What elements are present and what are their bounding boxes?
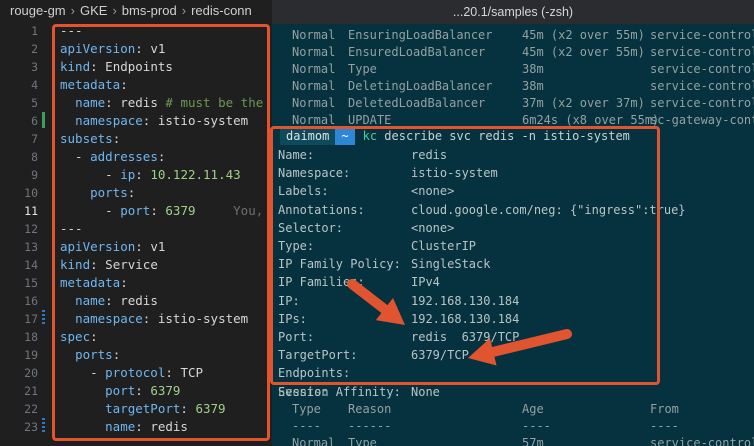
arrow-pointing-targetport-icon <box>468 329 572 366</box>
